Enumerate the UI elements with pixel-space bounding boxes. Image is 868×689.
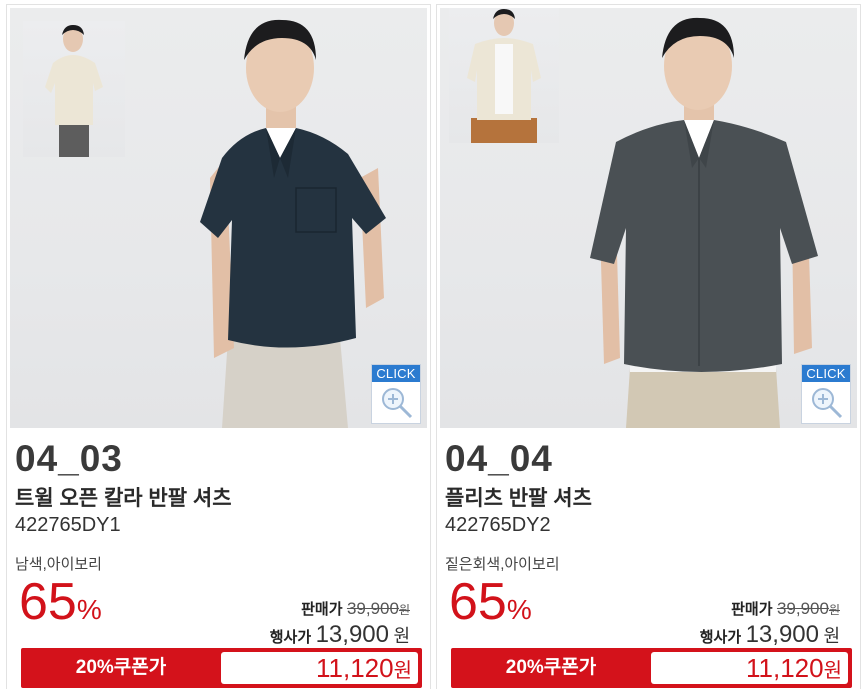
product-colors: 짙은회색,아이보리 (445, 556, 560, 573)
event-price-label: 행사가 (269, 629, 312, 646)
coupon-price-bar[interactable]: 20%쿠폰가 11,120원 (21, 648, 422, 688)
discount-value: 65 (449, 573, 507, 631)
product-sku: 422765DY2 (445, 514, 551, 536)
list-price: 39,900 (346, 599, 399, 618)
coupon-price: 11,120 (316, 653, 394, 683)
list-price-label: 판매가 (301, 601, 343, 618)
event-price-label: 행사가 (699, 629, 742, 646)
product-name[interactable]: 트윌 오픈 칼라 반팔 셔츠 (15, 482, 232, 512)
discount-value: 65 (19, 573, 77, 631)
magnifier-plus-icon (382, 388, 413, 419)
discount-unit: % (76, 594, 102, 625)
product-name[interactable]: 플리츠 반팔 셔츠 (445, 482, 592, 512)
product-code: 04_04 (445, 438, 553, 479)
list-price-unit: 원 (398, 603, 410, 617)
product-code: 04_03 (15, 438, 123, 479)
product-main-image[interactable]: CLICK (440, 8, 857, 428)
product-alt-thumbnail[interactable] (23, 21, 125, 157)
coupon-label: 20%쿠폰가 (505, 657, 597, 678)
click-label: CLICK (372, 365, 420, 382)
coupon-price: 11,120 (746, 653, 824, 683)
event-price: 13,900 (745, 621, 819, 648)
price-block: 판매가 39,900원 행사가 13,900 원 (700, 599, 840, 652)
click-label: CLICK (802, 365, 850, 382)
coupon-price-box: 11,120원 (651, 652, 848, 684)
discount-rate: 65% (19, 573, 102, 639)
price-block: 판매가 39,900원 행사가 13,900 원 (270, 599, 410, 652)
list-price-unit: 원 (828, 603, 840, 617)
event-price: 13,900 (315, 621, 389, 648)
list-price-label: 판매가 (731, 601, 773, 618)
coupon-price-bar[interactable]: 20%쿠폰가 11,120원 (451, 648, 852, 688)
model-figure (590, 17, 818, 428)
event-price-unit: 원 (393, 626, 410, 646)
discount-unit: % (506, 594, 532, 625)
coupon-label: 20%쿠폰가 (75, 657, 167, 678)
magnifier-plus-icon (812, 388, 843, 419)
coupon-price-unit: 원 (393, 660, 412, 682)
click-zoom-badge[interactable]: CLICK (801, 364, 851, 424)
event-price-unit: 원 (823, 626, 840, 646)
product-colors: 남색,아이보리 (15, 556, 102, 573)
click-zoom-badge[interactable]: CLICK (371, 364, 421, 424)
coupon-price-unit: 원 (823, 660, 842, 682)
list-price: 39,900 (776, 599, 829, 618)
product-main-image[interactable]: CLICK (10, 8, 427, 428)
product-alt-thumbnail[interactable] (449, 8, 559, 143)
coupon-price-box: 11,120원 (221, 652, 418, 684)
product-sku: 422765DY1 (15, 514, 121, 536)
product-card[interactable]: CLICK 04_04 플리츠 반팔 셔츠 422765DY2 짙은회색,아이보… (436, 4, 861, 689)
discount-rate: 65% (449, 573, 532, 639)
thumb-model-figure (45, 25, 103, 157)
product-card[interactable]: CLICK 04_03 트윌 오픈 칼라 반팔 셔츠 422765DY1 남색,… (6, 4, 431, 689)
thumb-model-figure (467, 9, 541, 143)
